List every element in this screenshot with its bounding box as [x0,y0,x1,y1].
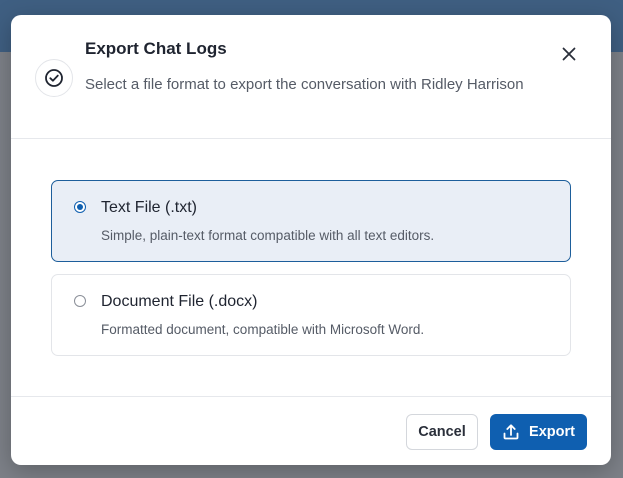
dialog-subtitle: Select a file format to export the conve… [85,76,524,93]
close-button[interactable] [557,42,581,66]
option-label: Text File (.txt) [101,199,198,216]
upload-icon [502,423,520,441]
format-option-txt[interactable]: Text File (.txt) Simple, plain-text form… [51,180,571,262]
close-icon [562,47,576,61]
dialog-title: Export Chat Logs [85,39,227,58]
export-button-label: Export [529,424,575,440]
option-description: Formatted document, compatible with Micr… [101,322,425,337]
format-option-docx[interactable]: Document File (.docx) Formatted document… [51,274,571,356]
check-circle-icon [35,59,73,97]
export-dialog: Export Chat Logs Select a file format to… [11,15,611,465]
radio-docx[interactable] [74,295,86,307]
option-label: Document File (.docx) [101,293,258,310]
radio-txt[interactable] [74,201,86,213]
dialog-footer: Cancel Export [11,396,611,465]
export-button[interactable]: Export [490,414,587,450]
cancel-button[interactable]: Cancel [406,414,478,450]
option-description: Simple, plain-text format compatible wit… [101,228,435,243]
dialog-header: Export Chat Logs Select a file format to… [11,15,611,139]
